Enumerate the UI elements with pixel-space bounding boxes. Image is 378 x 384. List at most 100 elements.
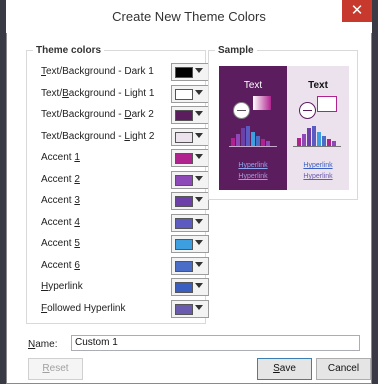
sample-dark-bar [246,126,250,146]
background-window-edge-right [372,0,378,384]
theme-color-label: Text/Background - Light 1 [41,87,155,99]
color-picker-dropdown[interactable] [171,192,209,210]
color-picker-dropdown[interactable] [171,299,209,318]
dropdown-arrow-icon [195,240,203,245]
color-swatch [175,131,193,143]
sample-dark-bar [241,128,245,146]
theme-color-row: Accent 1 [41,149,209,167]
title-bar: Create New Theme Colors ? ✕ [6,0,372,33]
color-swatch [175,174,193,186]
theme-colors-group: Theme colors Text/Background - Dark 1 Tex… [26,45,209,324]
theme-color-row: Hyperlink [41,278,209,296]
theme-color-label: Accent 3 [41,195,80,206]
color-swatch [175,239,193,250]
dropdown-arrow-icon [195,132,203,138]
sample-group: Sample Text Hyperlink Hyperlink Text Hyp… [208,45,358,200]
theme-color-row: Text/Background - Light 1 [41,84,209,103]
color-picker-dropdown[interactable] [171,84,209,103]
dropdown-arrow-icon [195,283,203,288]
theme-color-label: Accent 1 [41,152,80,163]
sample-dark-circle-shape [233,102,250,119]
theme-colors-group-title: Theme colors [33,45,105,56]
theme-color-label: Accent 4 [41,216,80,228]
color-swatch [175,303,193,315]
sample-light-followed-hyperlink: Hyperlink [303,173,333,180]
sample-light-bar [297,138,301,146]
color-picker-dropdown[interactable] [171,235,209,253]
color-swatch [175,88,193,100]
create-theme-colors-dialog: Create New Theme Colors ? ✕ Theme colors… [6,0,372,384]
theme-color-label: Followed Hyperlink [41,302,126,314]
theme-color-row: Accent 2 [41,170,209,189]
theme-color-label: Text/Background - Dark 1 [41,66,154,77]
theme-color-row: Accent 6 [41,256,209,275]
save-button[interactable]: Save [257,358,312,380]
color-swatch [175,196,193,207]
sample-dark-text: Text [243,80,263,91]
theme-color-row: Accent 5 [41,235,209,253]
dropdown-arrow-icon [195,111,203,116]
theme-color-label: Accent 5 [41,238,80,249]
sample-light-hyperlink: Hyperlink [303,162,333,169]
color-picker-dropdown[interactable] [171,278,209,296]
sample-dark-bar [231,138,235,146]
color-picker-dropdown[interactable] [171,127,209,146]
color-swatch [175,67,193,78]
name-field[interactable] [71,335,360,351]
sample-dark-bar [256,136,260,146]
color-picker-dropdown[interactable] [171,106,209,124]
sample-light-chart [297,126,341,146]
dialog-title: Create New Theme Colors [112,9,266,24]
theme-color-row: Text/Background - Dark 2 [41,106,209,124]
color-picker-dropdown[interactable] [171,63,209,81]
sample-light-bar [322,136,326,146]
close-button[interactable]: ✕ [342,0,372,22]
color-picker-dropdown[interactable] [171,213,209,232]
color-swatch [175,217,193,229]
color-picker-dropdown[interactable] [171,256,209,275]
sample-dark-chart [231,126,275,146]
dropdown-arrow-icon [195,261,203,267]
color-picker-dropdown[interactable] [171,149,209,167]
theme-color-row: Accent 3 [41,192,209,210]
sample-dark-panel: Text Hyperlink Hyperlink [219,66,287,190]
sample-light-circle-shape [299,102,316,119]
theme-color-label: Text/Background - Light 2 [41,130,155,142]
theme-color-row: Accent 4 [41,213,209,232]
reset-button[interactable]: Reset [28,358,83,380]
cancel-button[interactable]: Cancel [316,358,371,380]
color-swatch [175,260,193,272]
sample-light-text: Text [308,80,328,91]
color-swatch [175,110,193,121]
dropdown-arrow-icon [195,154,203,159]
theme-color-label: Hyperlink [41,281,83,292]
theme-color-label: Text/Background - Dark 2 [41,109,154,120]
sample-light-axis [293,146,341,147]
theme-color-row: Text/Background - Light 2 [41,127,209,146]
theme-color-label: Accent 2 [41,173,80,185]
sample-dark-rect-shape [253,96,271,110]
sample-dark-bar [261,139,265,146]
theme-color-row: Followed Hyperlink [41,299,209,318]
sample-dark-followed-hyperlink: Hyperlink [238,173,268,180]
name-label: Name: [28,339,58,350]
dropdown-arrow-icon [195,175,203,181]
dropdown-arrow-icon [195,304,203,310]
color-picker-dropdown[interactable] [171,170,209,189]
sample-light-rect-shape [317,96,337,112]
dropdown-arrow-icon [195,68,203,73]
dropdown-arrow-icon [195,218,203,224]
sample-light-bar [317,132,321,146]
color-swatch [175,153,193,164]
color-swatch [175,282,193,293]
dropdown-arrow-icon [195,89,203,95]
sample-light-bar [307,128,311,146]
sample-group-title: Sample [215,45,257,56]
sample-light-panel: Text Hyperlink Hyperlink [287,66,349,190]
theme-color-label: Accent 6 [41,259,80,271]
sample-dark-axis [229,146,277,147]
theme-color-row: Text/Background - Dark 1 [41,63,209,81]
sample-light-bar [327,139,331,146]
sample-light-bar [302,134,306,146]
sample-light-bar [312,126,316,146]
